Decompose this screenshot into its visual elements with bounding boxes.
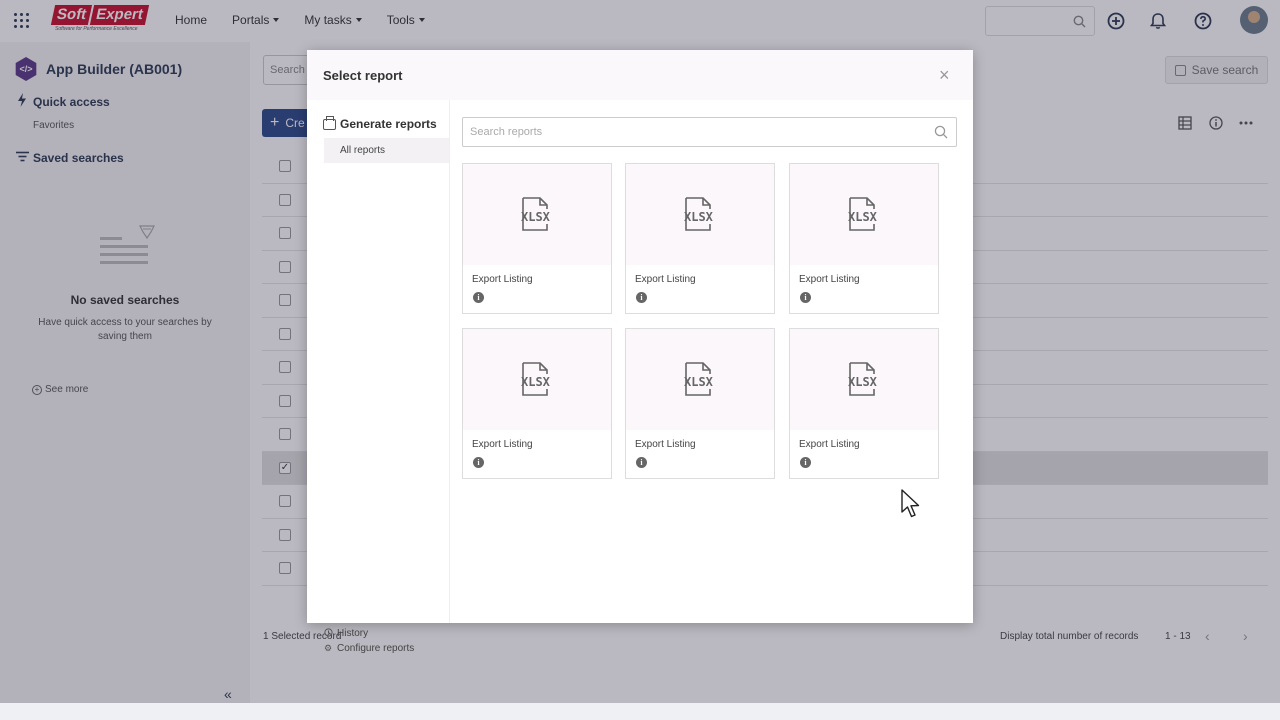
report-card[interactable]: XLSX Export Listing i <box>789 163 939 314</box>
svg-text:XLSX: XLSX <box>848 210 878 224</box>
configure-reports-link[interactable]: ⚙ Configure reports <box>324 643 414 654</box>
generate-reports-header: Generate reports <box>323 115 437 131</box>
svg-text:XLSX: XLSX <box>684 375 714 389</box>
report-card[interactable]: XLSX Export Listing i <box>625 163 775 314</box>
xlsx-file-icon: XLSX <box>684 362 714 396</box>
report-card[interactable]: XLSX Export Listing i <box>462 328 612 479</box>
bottom-strip <box>0 703 1280 720</box>
xlsx-file-icon: XLSX <box>848 362 878 396</box>
dialog-header: Select report × <box>307 50 973 100</box>
svg-text:XLSX: XLSX <box>848 375 878 389</box>
configure-reports-label: Configure reports <box>337 643 415 654</box>
report-card-label: Export Listing <box>799 274 860 285</box>
report-card[interactable]: XLSX Export Listing i <box>625 328 775 479</box>
info-icon[interactable]: i <box>636 457 647 468</box>
select-report-dialog: Select report × Generate reports All rep… <box>307 50 973 654</box>
report-card[interactable]: XLSX Export Listing i <box>462 163 612 314</box>
generate-reports-label: Generate reports <box>340 117 437 131</box>
xlsx-file-icon: XLSX <box>684 197 714 231</box>
history-label: History <box>337 628 369 639</box>
info-icon[interactable]: i <box>636 292 647 303</box>
report-card-label: Export Listing <box>799 439 860 450</box>
xlsx-file-icon: XLSX <box>521 197 551 231</box>
xlsx-file-icon: XLSX <box>521 362 551 396</box>
all-reports-item[interactable]: All reports <box>324 138 449 163</box>
close-icon[interactable]: × <box>939 66 950 84</box>
history-icon <box>324 628 334 639</box>
report-card-label: Export Listing <box>472 274 533 285</box>
svg-text:XLSX: XLSX <box>684 210 714 224</box>
info-icon[interactable]: i <box>800 292 811 303</box>
report-card[interactable]: XLSX Export Listing i <box>789 328 939 479</box>
info-icon[interactable]: i <box>473 292 484 303</box>
report-search-box[interactable] <box>462 117 957 147</box>
report-card-label: Export Listing <box>635 439 696 450</box>
printer-icon <box>323 115 336 130</box>
search-icon <box>934 125 948 139</box>
report-search-input[interactable] <box>463 118 923 146</box>
mouse-cursor-icon <box>901 489 920 518</box>
dialog-title: Select report <box>323 68 403 83</box>
history-link[interactable]: History <box>324 628 368 639</box>
info-icon[interactable]: i <box>800 457 811 468</box>
svg-text:XLSX: XLSX <box>521 210 551 224</box>
report-categories-panel: Generate reports All reports History ⚙ C… <box>307 100 450 654</box>
svg-text:XLSX: XLSX <box>521 375 551 389</box>
xlsx-file-icon: XLSX <box>848 197 878 231</box>
info-icon[interactable]: i <box>473 457 484 468</box>
gear-icon: ⚙ <box>324 643 333 653</box>
report-card-label: Export Listing <box>635 274 696 285</box>
report-card-label: Export Listing <box>472 439 533 450</box>
